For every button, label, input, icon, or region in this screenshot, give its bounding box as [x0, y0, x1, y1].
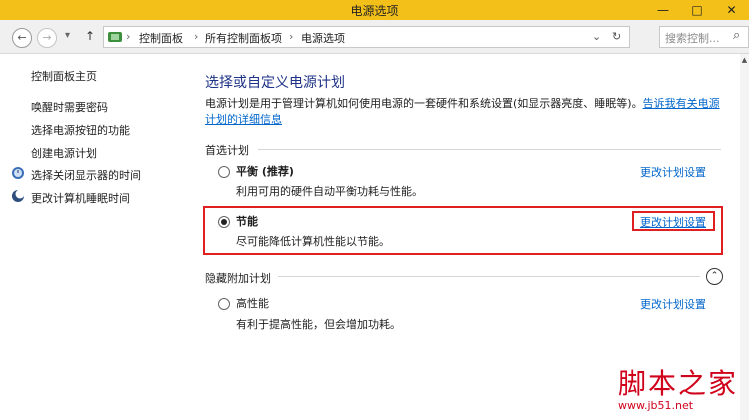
navigation-bar: ← → ▾ ↑ › 控制面板 › 所有控制面板项 › 电源选项 ⌄ ↻ 搜索控制…	[0, 20, 749, 54]
plan-name-balanced[interactable]: 平衡 (推荐)	[236, 163, 294, 179]
breadcrumb-power-options[interactable]: 电源选项	[301, 30, 345, 46]
collapse-chevron-icon[interactable]: ⌃	[706, 268, 723, 285]
sidebar-item-power-button[interactable]: 选择电源按钮的功能	[31, 122, 130, 138]
breadcrumb-separator-icon: ›	[126, 30, 131, 43]
page-title: 选择或自定义电源计划	[205, 75, 345, 91]
radio-balanced[interactable]	[218, 166, 230, 178]
preferred-plans-label: 首选计划	[205, 144, 249, 157]
change-plan-settings-balanced[interactable]: 更改计划设置	[640, 164, 706, 180]
search-placeholder: 搜索控制...	[665, 32, 720, 45]
vertical-scrollbar[interactable]: ▲	[740, 54, 749, 420]
refresh-icon[interactable]: ↻	[612, 30, 621, 43]
watermark-url: www.jb51.net	[618, 399, 694, 412]
watermark-logo: 脚本之家	[618, 367, 739, 400]
hidden-plans-label: 隐藏附加计划	[205, 272, 271, 285]
sidebar: 控制面板主页 唤醒时需要密码 选择电源按钮的功能 创建电源计划 选择关闭显示器的…	[0, 54, 190, 420]
back-button[interactable]: ←	[12, 28, 32, 48]
sleep-moon-icon	[12, 189, 25, 202]
maximize-button[interactable]: □	[680, 0, 714, 20]
change-plan-settings-high-performance[interactable]: 更改计划设置	[640, 296, 706, 312]
window-title: 电源选项	[350, 4, 399, 18]
breadcrumb-all-items[interactable]: 所有控制面板项	[205, 30, 282, 46]
sidebar-item-home[interactable]: 控制面板主页	[31, 68, 97, 84]
sidebar-item-display-off[interactable]: 选择关闭显示器的时间	[31, 167, 141, 183]
forward-button[interactable]: →	[37, 28, 57, 48]
change-plan-settings-power-saver[interactable]: 更改计划设置	[640, 214, 706, 230]
breadcrumb-separator-icon: ›	[289, 30, 294, 43]
address-dropdown-icon[interactable]: ⌄	[592, 30, 601, 43]
plan-name-power-saver[interactable]: 节能	[236, 213, 258, 229]
plan-desc-balanced: 利用可用的硬件自动平衡功耗与性能。	[236, 185, 423, 198]
search-input[interactable]: 搜索控制... ⌕	[659, 26, 749, 48]
address-field[interactable]: › 控制面板 › 所有控制面板项 › 电源选项 ⌄ ↻	[103, 26, 630, 48]
radio-power-saver[interactable]	[218, 216, 230, 228]
title-bar: 电源选项 — □ ✕	[0, 0, 749, 20]
up-button[interactable]: ↑	[85, 29, 95, 43]
description-text: 电源计划是用于管理计算机如何使用电源的一套硬件和系统设置(如显示器亮度、睡眠等)…	[205, 97, 643, 110]
control-panel-icon	[108, 32, 122, 42]
minimize-button[interactable]: —	[646, 0, 680, 20]
plan-desc-high-performance: 有利于提高性能，但会增加功耗。	[236, 318, 401, 331]
display-off-icon	[12, 167, 24, 179]
breadcrumb-control-panel[interactable]: 控制面板	[139, 30, 183, 46]
section-divider	[278, 276, 700, 277]
radio-high-performance[interactable]	[218, 298, 230, 310]
close-button[interactable]: ✕	[714, 0, 749, 20]
sidebar-item-create-plan[interactable]: 创建电源计划	[31, 145, 97, 161]
sidebar-item-sleep-time[interactable]: 更改计算机睡眠时间	[31, 190, 130, 206]
plan-description: 电源计划是用于管理计算机如何使用电源的一套硬件和系统设置(如显示器亮度、睡眠等)…	[205, 96, 720, 128]
recent-locations-icon[interactable]: ▾	[65, 30, 70, 41]
scroll-up-arrow-icon[interactable]: ▲	[740, 56, 749, 64]
search-icon[interactable]: ⌕	[733, 28, 740, 43]
plan-name-high-performance[interactable]: 高性能	[236, 295, 269, 311]
sidebar-item-wake-password[interactable]: 唤醒时需要密码	[31, 99, 108, 115]
plan-desc-power-saver: 尽可能降低计算机性能以节能。	[236, 235, 390, 248]
breadcrumb-separator-icon: ›	[194, 30, 199, 43]
section-divider	[258, 149, 721, 150]
